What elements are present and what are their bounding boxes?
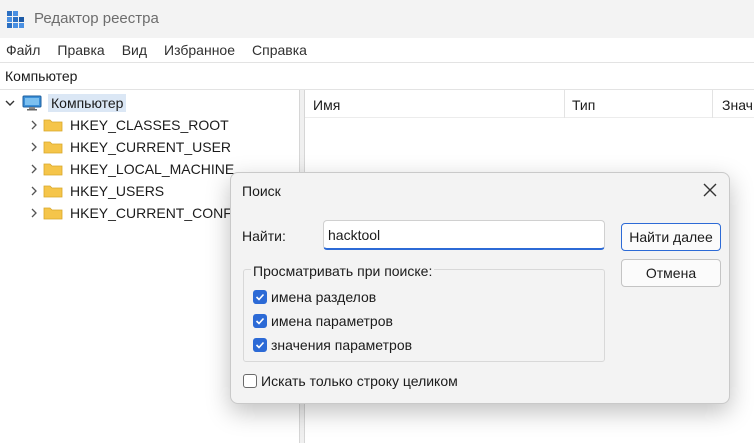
tree-item-label: HKEY_CLASSES_ROOT	[70, 117, 229, 133]
find-input[interactable]	[323, 220, 605, 250]
menu-edit[interactable]: Правка	[57, 42, 104, 58]
tree-item-label: HKEY_CURRENT_USER	[70, 139, 232, 155]
folder-icon	[43, 185, 63, 198]
tree-item-label: HKEY_LOCAL_MACHINE	[70, 161, 235, 177]
checkbox-checked-icon[interactable]	[253, 338, 267, 352]
option-values[interactable]: имена параметров	[253, 313, 393, 329]
column-value[interactable]: Знач	[722, 97, 753, 113]
folder-icon	[43, 141, 63, 154]
title-bar: Редактор реестра	[0, 0, 754, 38]
tree-item-hkcr[interactable]: HKEY_CLASSES_ROOT	[28, 114, 229, 136]
window-title: Редактор реестра	[34, 10, 159, 27]
tree-item-hku[interactable]: HKEY_USERS	[28, 180, 164, 202]
option-data[interactable]: значения параметров	[253, 337, 412, 353]
chevron-down-icon[interactable]	[4, 97, 16, 109]
registry-editor-icon	[7, 11, 24, 28]
checkbox-checked-icon[interactable]	[253, 290, 267, 304]
list-header: Имя Тип Знач	[305, 90, 754, 118]
chevron-right-icon[interactable]	[28, 185, 40, 197]
menu-bar: Файл Правка Вид Избранное Справка	[0, 38, 754, 62]
cancel-button[interactable]: Отмена	[621, 259, 721, 287]
tree-item-hklm[interactable]: HKEY_LOCAL_MACHINE	[28, 158, 234, 180]
folder-icon	[43, 119, 63, 132]
menu-favorites[interactable]: Избранное	[164, 42, 235, 58]
find-label: Найти:	[242, 228, 286, 244]
menu-help[interactable]: Справка	[252, 42, 307, 58]
menu-view[interactable]: Вид	[122, 42, 147, 58]
option-label: Искать только строку целиком	[261, 373, 458, 389]
computer-icon	[22, 95, 42, 111]
chevron-right-icon[interactable]	[28, 207, 40, 219]
tree-item-hkcu[interactable]: HKEY_CURRENT_USER	[28, 136, 231, 158]
address-bar[interactable]: Компьютер	[0, 62, 754, 90]
column-name[interactable]: Имя	[313, 97, 340, 113]
tree-item-label: Компьютер	[48, 94, 127, 112]
chevron-right-icon[interactable]	[28, 119, 40, 131]
option-label: имена разделов	[271, 289, 377, 305]
checkbox-checked-icon[interactable]	[253, 314, 267, 328]
folder-icon	[43, 163, 63, 176]
address-path: Компьютер	[5, 68, 78, 84]
chevron-right-icon[interactable]	[28, 163, 40, 175]
option-keys[interactable]: имена разделов	[253, 289, 376, 305]
folder-icon	[43, 207, 63, 220]
column-type[interactable]: Тип	[572, 97, 595, 113]
menu-file[interactable]: Файл	[6, 42, 40, 58]
tree-item-computer[interactable]: Компьютер	[4, 92, 127, 114]
tree-item-label: HKEY_USERS	[70, 183, 165, 199]
option-label: имена параметров	[271, 313, 393, 329]
checkbox-unchecked-icon[interactable]	[243, 374, 257, 388]
tree-item-label: HKEY_CURRENT_CONFIG	[70, 205, 247, 221]
find-next-button[interactable]: Найти далее	[621, 223, 721, 251]
option-label: значения параметров	[271, 337, 413, 353]
close-icon[interactable]	[701, 181, 719, 199]
chevron-right-icon[interactable]	[28, 141, 40, 153]
tree-item-hkcc[interactable]: HKEY_CURRENT_CONFIG	[28, 202, 247, 224]
column-divider[interactable]	[712, 90, 713, 118]
dialog-title: Поиск	[242, 183, 281, 199]
column-divider[interactable]	[564, 90, 565, 118]
group-label: Просматривать при поиске:	[251, 263, 435, 279]
option-whole-string[interactable]: Искать только строку целиком	[243, 373, 458, 389]
find-dialog: Поиск Найти: Найти далее Отмена Просматр…	[230, 172, 730, 404]
